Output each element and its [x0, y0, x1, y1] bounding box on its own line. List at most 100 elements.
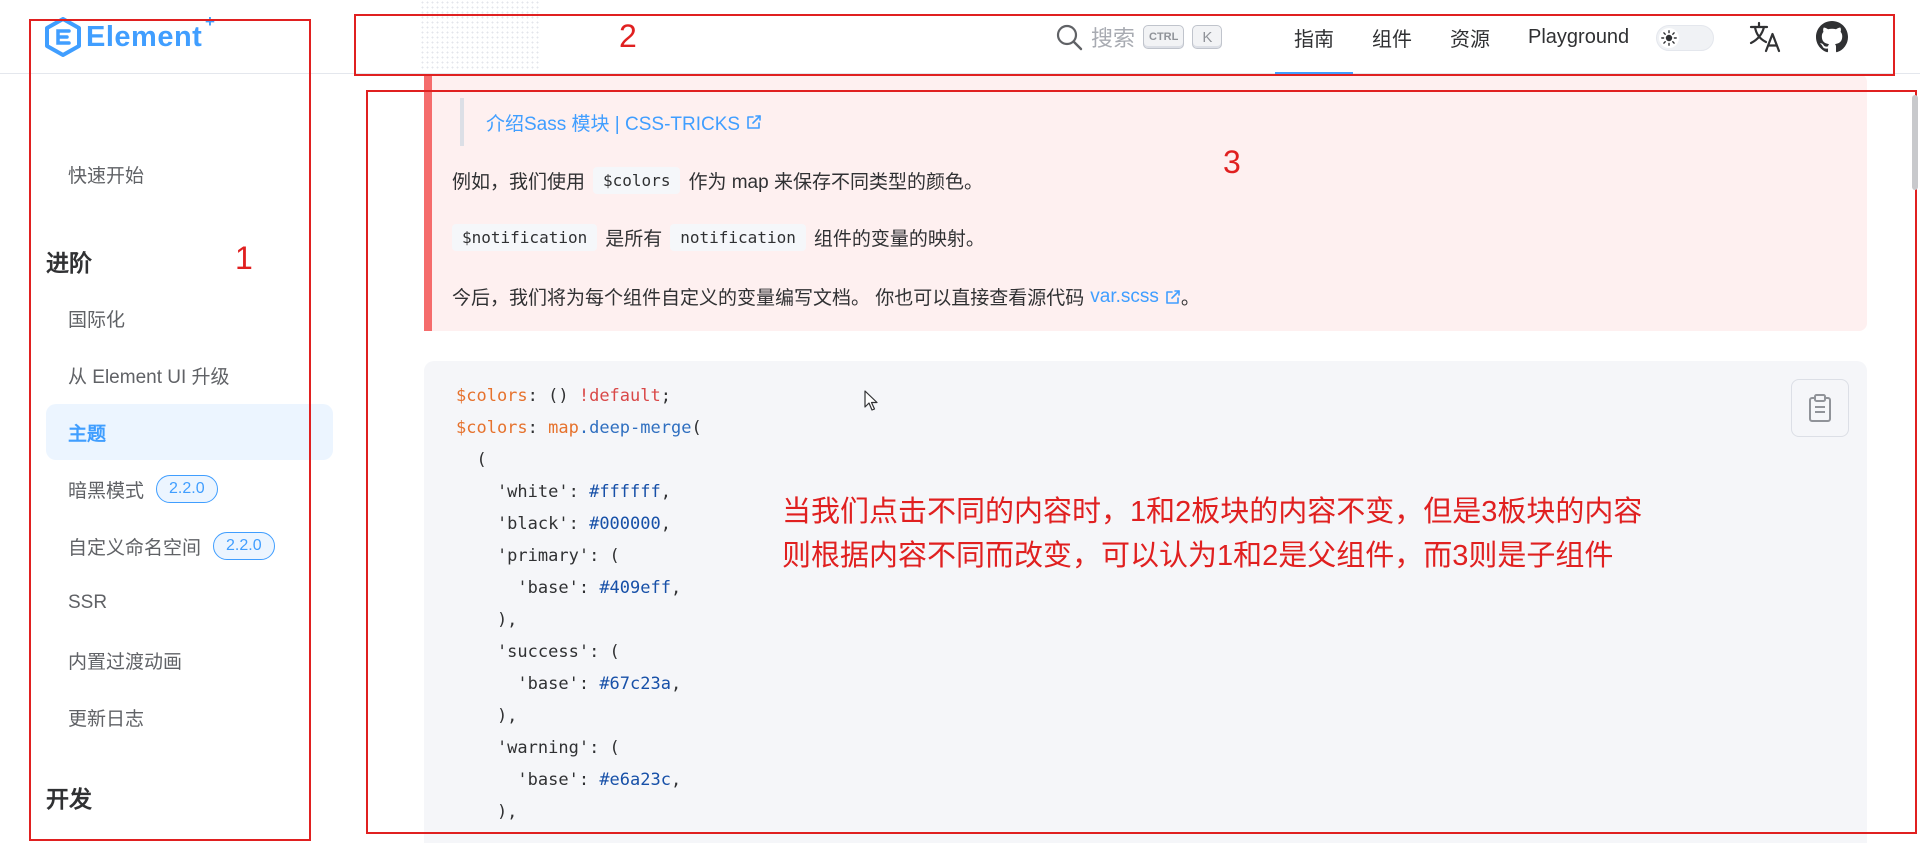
code-token: map	[548, 418, 579, 438]
code-line: 'white': #ffffff,	[456, 482, 671, 502]
code-line: 'black': #000000,	[456, 514, 671, 534]
translate-icon[interactable]	[1748, 20, 1782, 54]
var-scss-link[interactable]: var.scss	[1090, 286, 1159, 308]
sidebar-item-label: 主题	[68, 423, 107, 445]
code-token: #e6a23c	[599, 770, 671, 790]
top-header: Element + 搜索 CTRL K 指南 组件 资源 Playground	[0, 0, 1920, 74]
code-token: : (	[589, 546, 620, 566]
code-token: 'black'	[456, 514, 569, 534]
version-badge: 2.2.0	[156, 475, 218, 503]
sidebar-item-label: 内置过渡动画	[68, 651, 183, 673]
code-token: 'success'	[456, 642, 590, 662]
paragraph-future: 今后，我们将为每个组件自定义的变量编写文档。 你也可以直接查看源代码 var.s…	[452, 283, 1200, 310]
kbd-k: K	[1192, 25, 1223, 49]
quote-block: 介绍Sass 模块 | CSS-TRICKS	[460, 98, 762, 146]
sidebar-item-namespace[interactable]: 自定义命名空间 2.2.0	[46, 518, 333, 574]
annotation-line: 当我们点击不同的内容时，1和2板块的内容不变，但是3板块的内容	[782, 496, 1643, 528]
sidebar: 快速开始 进阶 国际化 从 Element UI 升级 主题 暗黑模式 2.2.…	[0, 74, 340, 843]
code-token: 'primary'	[456, 546, 590, 566]
main-content: 介绍Sass 模块 | CSS-TRICKS 例如，我们使用 $colors 作…	[340, 74, 1920, 843]
code-token: :	[527, 418, 549, 438]
nav-resources[interactable]: 资源	[1431, 0, 1509, 74]
code-block: $colors: () !default; $colors: map.deep-…	[424, 361, 1867, 843]
element-logo-icon	[45, 17, 81, 57]
search-icon	[1056, 24, 1083, 51]
nav-playground[interactable]: Playground	[1509, 0, 1648, 74]
inline-code: notification	[670, 224, 806, 251]
code-token: $colors	[456, 386, 528, 406]
code-line: $colors: () !default;	[456, 386, 671, 406]
nav-guide[interactable]: 指南	[1275, 0, 1353, 74]
external-link-icon	[1166, 289, 1180, 304]
sidebar-group-advanced: 进阶	[46, 250, 92, 276]
sidebar-item-label: 暗黑模式	[68, 480, 145, 502]
scrollbar-thumb[interactable]	[1912, 95, 1918, 190]
code-line: ),	[456, 802, 518, 822]
sidebar-item-transitions[interactable]: 内置过渡动画	[46, 632, 333, 688]
text: 作为 map 来保存不同类型的颜色。	[688, 172, 983, 193]
code-token: #67c23a	[599, 674, 671, 694]
text: 是所有	[605, 229, 663, 250]
annotation-number-2: 2	[619, 18, 637, 54]
github-icon[interactable]	[1816, 21, 1848, 53]
sidebar-item-i18n[interactable]: 国际化	[46, 290, 333, 346]
paragraph-notification: $notification 是所有 notification 组件的变量的映射。	[452, 224, 985, 251]
code-token: 'warning'	[456, 738, 590, 758]
sidebar-item-label: SSR	[68, 592, 108, 613]
logo-plus: +	[205, 12, 215, 31]
toggle-knob	[1659, 28, 1679, 48]
annotation-number-3: 3	[1223, 144, 1241, 180]
theme-toggle[interactable]	[1656, 25, 1714, 51]
sidebar-group-development: 开发	[46, 786, 92, 812]
annotation-line: 则根据内容不同而改变，可以认为1和2是父组件，而3则是子组件	[782, 540, 1614, 572]
sidebar-item-label: 从 Element UI 升级	[68, 366, 230, 388]
code-token: #ffffff	[589, 482, 661, 502]
copy-code-button[interactable]	[1791, 379, 1849, 437]
code-token: : (	[589, 738, 620, 758]
sidebar-item-theme[interactable]: 主题	[46, 404, 333, 460]
clipboard-icon	[1809, 394, 1831, 422]
code-token: : ()	[527, 386, 579, 406]
sidebar-item-label: 自定义命名空间	[68, 537, 202, 559]
inline-code: $colors	[593, 167, 681, 194]
code-line: 'base': #409eff,	[456, 578, 682, 598]
text: 今后，我们将为每个组件自定义的变量编写文档。 你也可以直接查看源代码	[452, 288, 1085, 309]
search-button[interactable]: 搜索 CTRL K	[1055, 20, 1223, 54]
code-line: ),	[456, 610, 518, 630]
sun-icon	[1661, 30, 1677, 46]
logo[interactable]: Element +	[44, 12, 215, 58]
dot-pattern	[420, 0, 540, 70]
top-nav: 指南 组件 资源 Playground	[1275, 0, 1648, 74]
code-line: 'base': #e6a23c,	[456, 770, 682, 790]
sidebar-item-label: 快速开始	[68, 165, 145, 187]
inline-code: $notification	[452, 224, 598, 251]
code-token: ;	[660, 386, 671, 406]
code-line: 'success': (	[456, 642, 620, 662]
sidebar-item-label: 国际化	[68, 309, 126, 331]
code-token: #409eff	[599, 578, 671, 598]
code-token: #000000	[589, 514, 661, 534]
external-link-icon	[747, 115, 761, 129]
sass-modules-link[interactable]: 介绍Sass 模块 | CSS-TRICKS	[486, 109, 740, 136]
sidebar-item-upgrade[interactable]: 从 Element UI 升级	[46, 347, 333, 403]
sidebar-item-changelog[interactable]: 更新日志	[46, 689, 333, 745]
code-token: 'base'	[456, 674, 579, 694]
sidebar-item-quickstart[interactable]: 快速开始	[46, 146, 333, 202]
code-token: (	[691, 418, 702, 438]
sidebar-item-ssr[interactable]: SSR	[46, 575, 333, 631]
annotation-number-1: 1	[235, 240, 253, 276]
text: 。	[1180, 288, 1200, 309]
code-line: 'base': #67c23a,	[456, 674, 682, 694]
code-token: .deep-merge	[578, 418, 692, 438]
code-line: (	[456, 450, 487, 470]
logo-text: Element	[86, 20, 203, 53]
version-badge: 2.2.0	[213, 532, 275, 560]
nav-components[interactable]: 组件	[1353, 0, 1431, 74]
code-token: 'base'	[456, 578, 579, 598]
code-token: 'base'	[456, 770, 579, 790]
paragraph-colors: 例如，我们使用 $colors 作为 map 来保存不同类型的颜色。	[452, 167, 983, 194]
mouse-cursor-icon	[864, 390, 878, 411]
code-token: !default	[578, 386, 661, 406]
sidebar-item-dark-mode[interactable]: 暗黑模式 2.2.0	[46, 461, 333, 517]
code-token: $colors	[456, 418, 528, 438]
